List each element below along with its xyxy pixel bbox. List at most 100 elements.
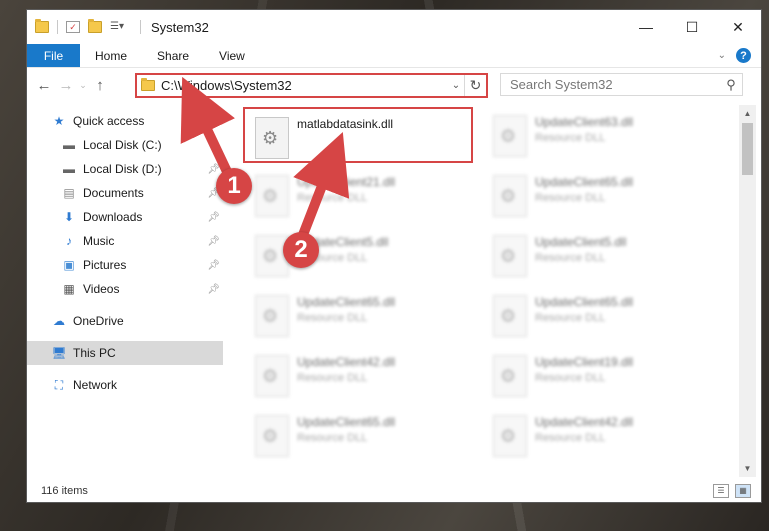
title-bar: ✓ ☰▾ System32 — ☐ ✕ (27, 10, 761, 44)
nav-item-this-pc[interactable]: 🖥︎ This PC (27, 341, 223, 365)
refresh-icon[interactable]: ↻ (464, 75, 486, 96)
dll-file-icon (493, 295, 527, 337)
music-icon: ♪ (66, 234, 72, 248)
dll-file-icon (255, 117, 289, 159)
file-name: UpdateClient21.dll (297, 175, 396, 189)
file-item[interactable]: UpdateClient42.dll Resource DLL (245, 347, 475, 403)
drive-icon: ▬ (63, 138, 75, 152)
dll-file-icon (255, 175, 289, 217)
nav-item-pictures[interactable]: ▣ Pictures 📌︎ (27, 253, 223, 277)
file-item[interactable]: UpdateClient19.dll Resource DLL (483, 347, 713, 403)
address-path[interactable]: C:\Windows\System32 (161, 78, 448, 93)
nav-item-videos[interactable]: ▦ Videos 📌︎ (27, 277, 223, 301)
file-type: Resource DLL (535, 252, 606, 264)
minimize-button[interactable]: — (623, 10, 669, 44)
forward-arrow-icon[interactable]: → (55, 77, 77, 94)
window-title: System32 (151, 19, 209, 35)
vertical-scrollbar[interactable]: ▲ ▼ (739, 105, 756, 477)
nav-item-label: OneDrive (73, 314, 124, 328)
nav-item-local-disk-d[interactable]: ▬ Local Disk (D:) 📌︎ (27, 157, 223, 181)
details-view-icon[interactable]: ☰ (713, 483, 729, 498)
pin-icon[interactable]: 📌︎ (207, 236, 220, 247)
chevron-down-icon[interactable]: ⌄ (448, 80, 464, 91)
tab-home[interactable]: Home (80, 44, 142, 67)
nav-item-label: Music (83, 234, 115, 248)
dll-file-icon (493, 175, 527, 217)
properties-icon[interactable]: ✓ (66, 21, 80, 33)
network-icon: ⛶ (54, 377, 64, 392)
file-type: Resource DLL (297, 192, 368, 204)
window-controls: — ☐ ✕ (623, 10, 761, 44)
dll-file-icon (493, 415, 527, 457)
star-icon: ★ (53, 114, 65, 128)
item-count: 116 items (41, 484, 88, 497)
file-item[interactable]: UpdateClient65.dll Resource DLL (483, 167, 713, 223)
maximize-button[interactable]: ☐ (669, 10, 715, 44)
customize-quick-access-icon[interactable]: ☰▾ (110, 21, 132, 33)
search-input[interactable]: Search System32 ⚲ (500, 73, 743, 96)
file-type: Resource DLL (535, 132, 606, 144)
nav-item-documents[interactable]: ▤ Documents 📌︎ (27, 181, 223, 205)
search-icon[interactable]: ⚲ (720, 77, 742, 93)
file-item[interactable]: UpdateClient5.dll Resource DLL (245, 227, 475, 283)
step-2-badge: 2 (283, 232, 319, 268)
expand-ribbon-icon[interactable]: ⌄ (718, 50, 726, 61)
tab-view[interactable]: View (204, 44, 260, 67)
tab-share[interactable]: Share (142, 44, 204, 67)
tab-file[interactable]: File (27, 44, 80, 67)
drive-icon: ▬ (63, 162, 75, 176)
close-button[interactable]: ✕ (715, 10, 761, 44)
file-item[interactable]: UpdateClient5.dll Resource DLL (483, 227, 713, 283)
scroll-up-icon[interactable]: ▲ (739, 105, 756, 122)
file-item-highlighted[interactable]: matlabdatasink.dll (243, 107, 473, 163)
videos-icon: ▦ (63, 282, 75, 296)
up-arrow-icon[interactable]: ↑ (89, 77, 111, 94)
scrollbar-thumb[interactable] (742, 123, 753, 175)
file-type: Resource DLL (535, 312, 606, 324)
status-bar: 116 items ☰ ▦ (27, 479, 761, 502)
nav-item-local-disk-c[interactable]: ▬ Local Disk (C:) (27, 133, 223, 157)
nav-item-label: Quick access (73, 114, 145, 128)
file-item[interactable]: UpdateClient21.dll Resource DLL (245, 167, 475, 223)
back-arrow-icon[interactable]: ← (33, 77, 55, 94)
divider (140, 20, 141, 34)
dll-file-icon (255, 295, 289, 337)
file-name: UpdateClient65.dll (297, 295, 396, 309)
computer-icon: 🖥︎ (51, 346, 67, 360)
large-icons-view-icon[interactable]: ▦ (735, 483, 751, 498)
nav-item-quick-access[interactable]: ★ Quick access (27, 109, 223, 133)
dll-file-icon (493, 235, 527, 277)
pin-icon[interactable]: 📌︎ (207, 284, 220, 295)
file-item[interactable]: UpdateClient42.dll Resource DLL (483, 407, 713, 463)
pin-icon[interactable]: 📌︎ (207, 260, 220, 271)
nav-item-label: Documents (83, 186, 144, 200)
file-name: UpdateClient65.dll (535, 175, 634, 189)
file-explorer-window: ✓ ☰▾ System32 — ☐ ✕ File Home Share View… (27, 10, 761, 502)
pin-icon[interactable]: 📌︎ (207, 164, 220, 175)
nav-item-music[interactable]: ♪ Music 📌︎ (27, 229, 223, 253)
nav-item-label: Videos (83, 282, 120, 296)
pin-icon[interactable]: 📌︎ (207, 212, 220, 223)
nav-item-label: Local Disk (C:) (83, 138, 162, 152)
nav-item-onedrive[interactable]: ☁ OneDrive (27, 309, 223, 333)
nav-item-network[interactable]: ⛶ Network (27, 373, 223, 397)
file-name: UpdateClient19.dll (535, 355, 634, 369)
file-item[interactable]: UpdateClient65.dll Resource DLL (245, 407, 475, 463)
nav-item-downloads[interactable]: ⬇ Downloads 📌︎ (27, 205, 223, 229)
new-folder-icon[interactable] (88, 19, 102, 33)
file-type: Resource DLL (297, 312, 368, 324)
dll-file-icon (493, 115, 527, 157)
file-name: UpdateClient5.dll (535, 235, 627, 249)
file-name: UpdateClient42.dll (297, 355, 396, 369)
address-bar[interactable]: C:\Windows\System32 ⌄ ↻ (135, 73, 488, 98)
help-icon[interactable]: ? (736, 48, 751, 63)
scroll-down-icon[interactable]: ▼ (739, 460, 756, 477)
recent-locations-icon[interactable]: ⌄ (77, 80, 89, 91)
file-item[interactable]: UpdateClient65.dll Resource DLL (245, 287, 475, 343)
file-item[interactable]: UpdateClient65.dll Resource DLL (483, 287, 713, 343)
downloads-icon: ⬇ (63, 210, 75, 224)
cloud-icon: ☁ (53, 314, 65, 328)
nav-item-label: Network (73, 378, 118, 392)
file-item[interactable]: UpdateClient63.dll Resource DLL (483, 107, 713, 163)
divider (57, 20, 58, 34)
